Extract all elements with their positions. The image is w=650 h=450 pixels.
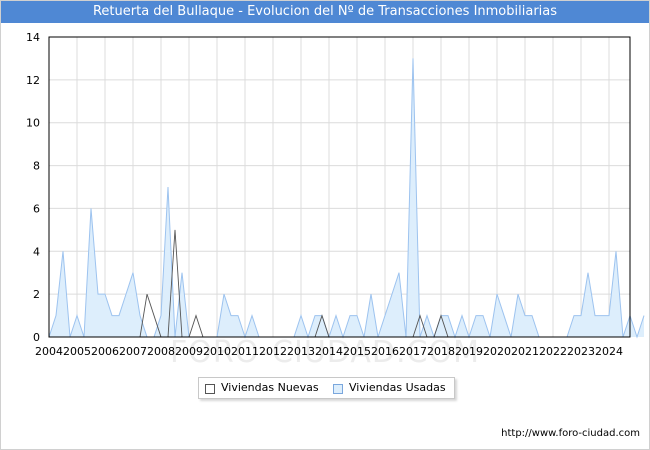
x-tick-label: 2021 [511,345,539,358]
legend-swatch-usadas [333,384,343,394]
x-tick-label: 2023 [567,345,595,358]
series-line-viviendas-usadas [48,58,645,339]
y-tick-label: 6 [33,202,40,215]
x-tick-label: 2017 [399,345,427,358]
source-url[interactable]: http://www.foro-ciudad.com [501,428,640,439]
legend-label-usadas: Viviendas Usadas [349,381,446,394]
x-tick-label: 2011 [231,345,259,358]
x-tick-label: 2005 [63,345,91,358]
y-tick-label: 12 [26,74,40,87]
x-tick-label: 2024 [595,345,623,358]
x-tick-label: 2009 [175,345,203,358]
y-tick-label: 4 [33,245,40,258]
legend: Viviendas Nuevas Viviendas Usadas [198,377,455,399]
x-tick-label: 2008 [147,345,175,358]
x-tick-label: 2015 [343,345,371,358]
x-tick-label: 2014 [315,345,343,358]
x-tick-label: 2019 [455,345,483,358]
x-tick-label: 2010 [203,345,231,358]
y-tick-label: 14 [26,31,40,44]
y-tick-label: 8 [33,160,40,173]
x-tick-label: 2013 [287,345,315,358]
x-tick-label: 2004 [35,345,63,358]
y-tick-label: 0 [33,331,40,344]
legend-swatch-nuevas [205,384,215,394]
x-tick-label: 2020 [483,345,511,358]
series-areas [48,58,645,339]
series-area-viviendas-usadas [49,58,644,338]
x-tick-label: 2007 [119,345,147,358]
y-tick-label: 10 [26,117,40,130]
x-tick-label: 2006 [91,345,119,358]
x-tick-label: 2018 [427,345,455,358]
legend-label-nuevas: Viviendas Nuevas [221,381,319,394]
x-tick-label: 2016 [371,345,399,358]
y-tick-label: 2 [33,288,40,301]
x-tick-label: 2022 [539,345,567,358]
x-tick-label: 2012 [259,345,287,358]
